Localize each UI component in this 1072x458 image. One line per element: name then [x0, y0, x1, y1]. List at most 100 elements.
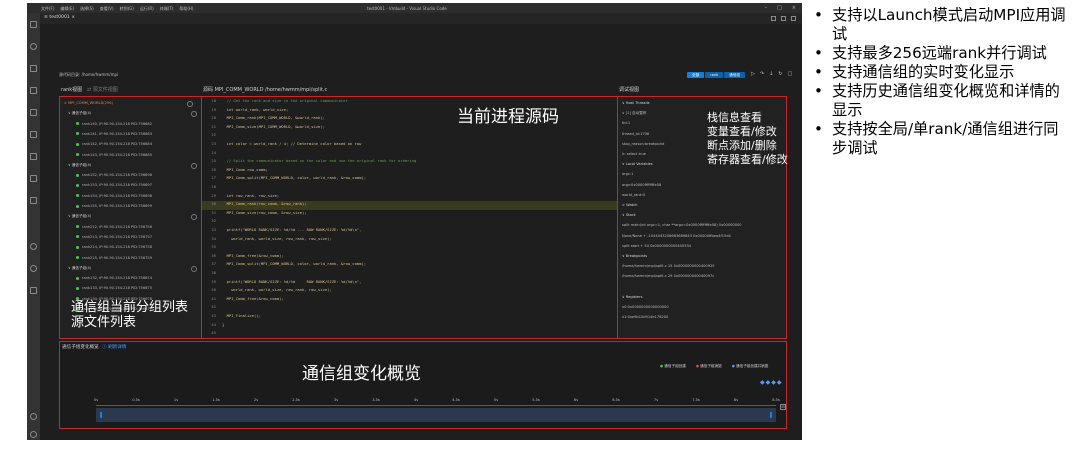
- line-number[interactable]: 40: [204, 287, 216, 292]
- line-number[interactable]: 23: [204, 141, 216, 146]
- maximize-icon[interactable]: □: [777, 5, 782, 11]
- search-icon[interactable]: [30, 43, 37, 50]
- rank-item[interactable]: rank155, IP:90.90.154.218 PID:756699: [76, 204, 152, 212]
- debug-value-row[interactable]: x0:0x0000000000000000: [622, 305, 669, 314]
- rank-item[interactable]: rank214, IP:90.90.154.218 PID:756758: [76, 245, 152, 253]
- line-number[interactable]: 44: [204, 322, 216, 327]
- rank-item[interactable]: rank140, IP:90.90.154.218 PID:756682: [76, 122, 152, 130]
- line-number[interactable]: 45: [204, 330, 216, 335]
- rank-item[interactable]: rank215, IP:90.90.154.218 PID:756759: [76, 256, 152, 264]
- debug-value-row[interactable]: ∨ [1] 自动暂停: [622, 111, 646, 120]
- debug-section-header[interactable]: ∨ Host Threads: [622, 101, 650, 110]
- debug-value-row[interactable]: None/None + -1044043208683669843 0x00000…: [622, 234, 731, 243]
- line-number[interactable]: 30: [204, 201, 216, 206]
- rank-item[interactable]: rank152, IP:90.90.154.218 PID:756696: [76, 173, 152, 181]
- line-number[interactable]: 41: [204, 296, 216, 301]
- comm-subgroup-node[interactable]: ∨ 通信子组(4): [68, 214, 197, 222]
- gear-icon[interactable]: [30, 431, 37, 438]
- debug-section-header[interactable]: ∨ Registers: [622, 295, 642, 304]
- debug-value-row[interactable]: lr: select true: [622, 152, 646, 161]
- debug-section-header[interactable]: ∨ Breakpoints: [622, 254, 647, 263]
- line-number[interactable]: 33: [204, 227, 216, 232]
- timeline-start-handle[interactable]: [100, 412, 102, 418]
- line-number[interactable]: 31: [204, 210, 216, 215]
- tool-icon[interactable]: [30, 287, 37, 294]
- line-number[interactable]: 20: [204, 115, 216, 120]
- more-icon[interactable]: [791, 16, 796, 21]
- menu-item[interactable]: 终端(T): [160, 6, 174, 12]
- line-number[interactable]: 35: [204, 244, 216, 249]
- debug-value-row[interactable]: argc:1: [622, 172, 633, 181]
- source-control-icon[interactable]: [30, 65, 37, 72]
- debug-value-row[interactable]: world_rank:0: [622, 193, 645, 202]
- line-number[interactable]: 29: [204, 193, 216, 198]
- debug-value-row[interactable]: split start + 54 0x0000000000400534: [622, 244, 691, 253]
- step-into-icon[interactable]: ↓: [769, 71, 773, 77]
- restart-icon[interactable]: ↻: [778, 71, 782, 77]
- refresh-icon[interactable]: [191, 214, 197, 221]
- comm-subgroup-node[interactable]: ∨ 通信子组(4): [68, 162, 197, 171]
- plugin-icon[interactable]: [30, 197, 37, 204]
- monitor-icon[interactable]: [30, 243, 37, 250]
- line-number[interactable]: 43: [204, 313, 216, 318]
- overview-refresh-link[interactable]: ⓘ 刷新详情: [102, 344, 126, 350]
- debug-value-row[interactable]: /home/hwmm/mpi/split.c 29 0x000000000040…: [622, 274, 714, 283]
- continue-icon[interactable]: ▷: [751, 71, 755, 77]
- source-view-toggle[interactable]: ⇄ 源文件视图: [87, 86, 118, 93]
- refresh-icon[interactable]: [191, 111, 197, 118]
- rank-item[interactable]: rank213, IP:90.90.154.218 PID:756757: [76, 235, 152, 243]
- line-number[interactable]: 39: [204, 279, 216, 284]
- test-icon[interactable]: [30, 153, 37, 160]
- minimize-icon[interactable]: –: [765, 5, 768, 11]
- debug-value-row[interactable]: split main(int argc=1, char **argv=0x000…: [622, 223, 742, 232]
- line-number[interactable]: 38: [204, 270, 216, 275]
- line-number[interactable]: 34: [204, 236, 216, 241]
- panel-collapse-icon[interactable]: ⊟: [780, 404, 786, 410]
- account-icon[interactable]: [30, 413, 37, 420]
- menu-item[interactable]: 选择(S): [80, 6, 94, 12]
- line-number[interactable]: 24: [204, 150, 216, 155]
- comm-subgroup-node[interactable]: ∨ 通信子组(4): [68, 265, 197, 274]
- menu-item[interactable]: 转到(G): [120, 6, 134, 12]
- rank-item[interactable]: rank141, IP:90.90.154.218 PID:756683: [76, 132, 152, 140]
- explorer-icon[interactable]: [30, 21, 37, 28]
- extensions-icon[interactable]: [30, 109, 37, 116]
- menu-item[interactable]: 查看(V): [100, 6, 114, 12]
- comm-subgroup-node[interactable]: ∨ 通信子组(4): [68, 111, 197, 119]
- tab-test0001[interactable]: ≡ test0001 ×: [44, 15, 75, 20]
- line-number[interactable]: 32: [204, 218, 216, 223]
- line-number[interactable]: 36: [204, 253, 216, 258]
- rank-item[interactable]: rank132, IP:90.90.154.218 PID:756674: [76, 276, 152, 284]
- rank-item[interactable]: rank212, IP:90.90.154.218 PID:756756: [76, 225, 152, 233]
- run-debug-icon[interactable]: [30, 87, 37, 94]
- timeline-track[interactable]: [96, 408, 776, 422]
- debug-section-header[interactable]: > Watch: [622, 203, 637, 212]
- scope-all-button[interactable]: 全部: [687, 72, 705, 78]
- timeline-end-handle[interactable]: [770, 412, 772, 418]
- line-number[interactable]: 25: [204, 158, 216, 163]
- menu-item[interactable]: 文件(F): [41, 6, 54, 12]
- split-editor-icon[interactable]: [771, 16, 776, 21]
- debug-value-row[interactable]: stop_reason:breakpoint: [622, 142, 664, 151]
- refresh-icon[interactable]: [191, 162, 197, 169]
- line-number[interactable]: 37: [204, 261, 216, 266]
- line-number[interactable]: 21: [204, 124, 216, 129]
- debug-value-row[interactable]: tid:1: [622, 121, 630, 130]
- close-icon[interactable]: ×: [792, 5, 796, 11]
- line-number[interactable]: 42: [204, 304, 216, 309]
- line-number[interactable]: 18: [204, 98, 216, 103]
- debug-value-row[interactable]: /home/hwmm/mpi/split.c 15 0x000000000040…: [622, 264, 715, 273]
- debug-section-header[interactable]: ∨ Stack: [622, 213, 636, 222]
- menu-item[interactable]: 运行(R): [140, 6, 154, 12]
- menu-item[interactable]: 帮助(H): [179, 6, 193, 12]
- rank-item[interactable]: rank133, IP:90.90.154.218 PID:756675: [76, 286, 152, 294]
- scope-group-button[interactable]: 通信组: [724, 72, 746, 78]
- rank-item[interactable]: rank143, IP:90.90.154.218 PID:756685: [76, 153, 152, 161]
- stop-icon[interactable]: □: [787, 71, 792, 77]
- line-number[interactable]: 22: [204, 132, 216, 137]
- rank-item[interactable]: rank154, IP:90.90.154.218 PID:756698: [76, 194, 152, 202]
- refresh-icon[interactable]: [187, 101, 193, 107]
- scope-rank-button[interactable]: rank: [705, 72, 724, 78]
- line-number[interactable]: 19: [204, 107, 216, 112]
- code-line[interactable]: 45: [202, 330, 620, 338]
